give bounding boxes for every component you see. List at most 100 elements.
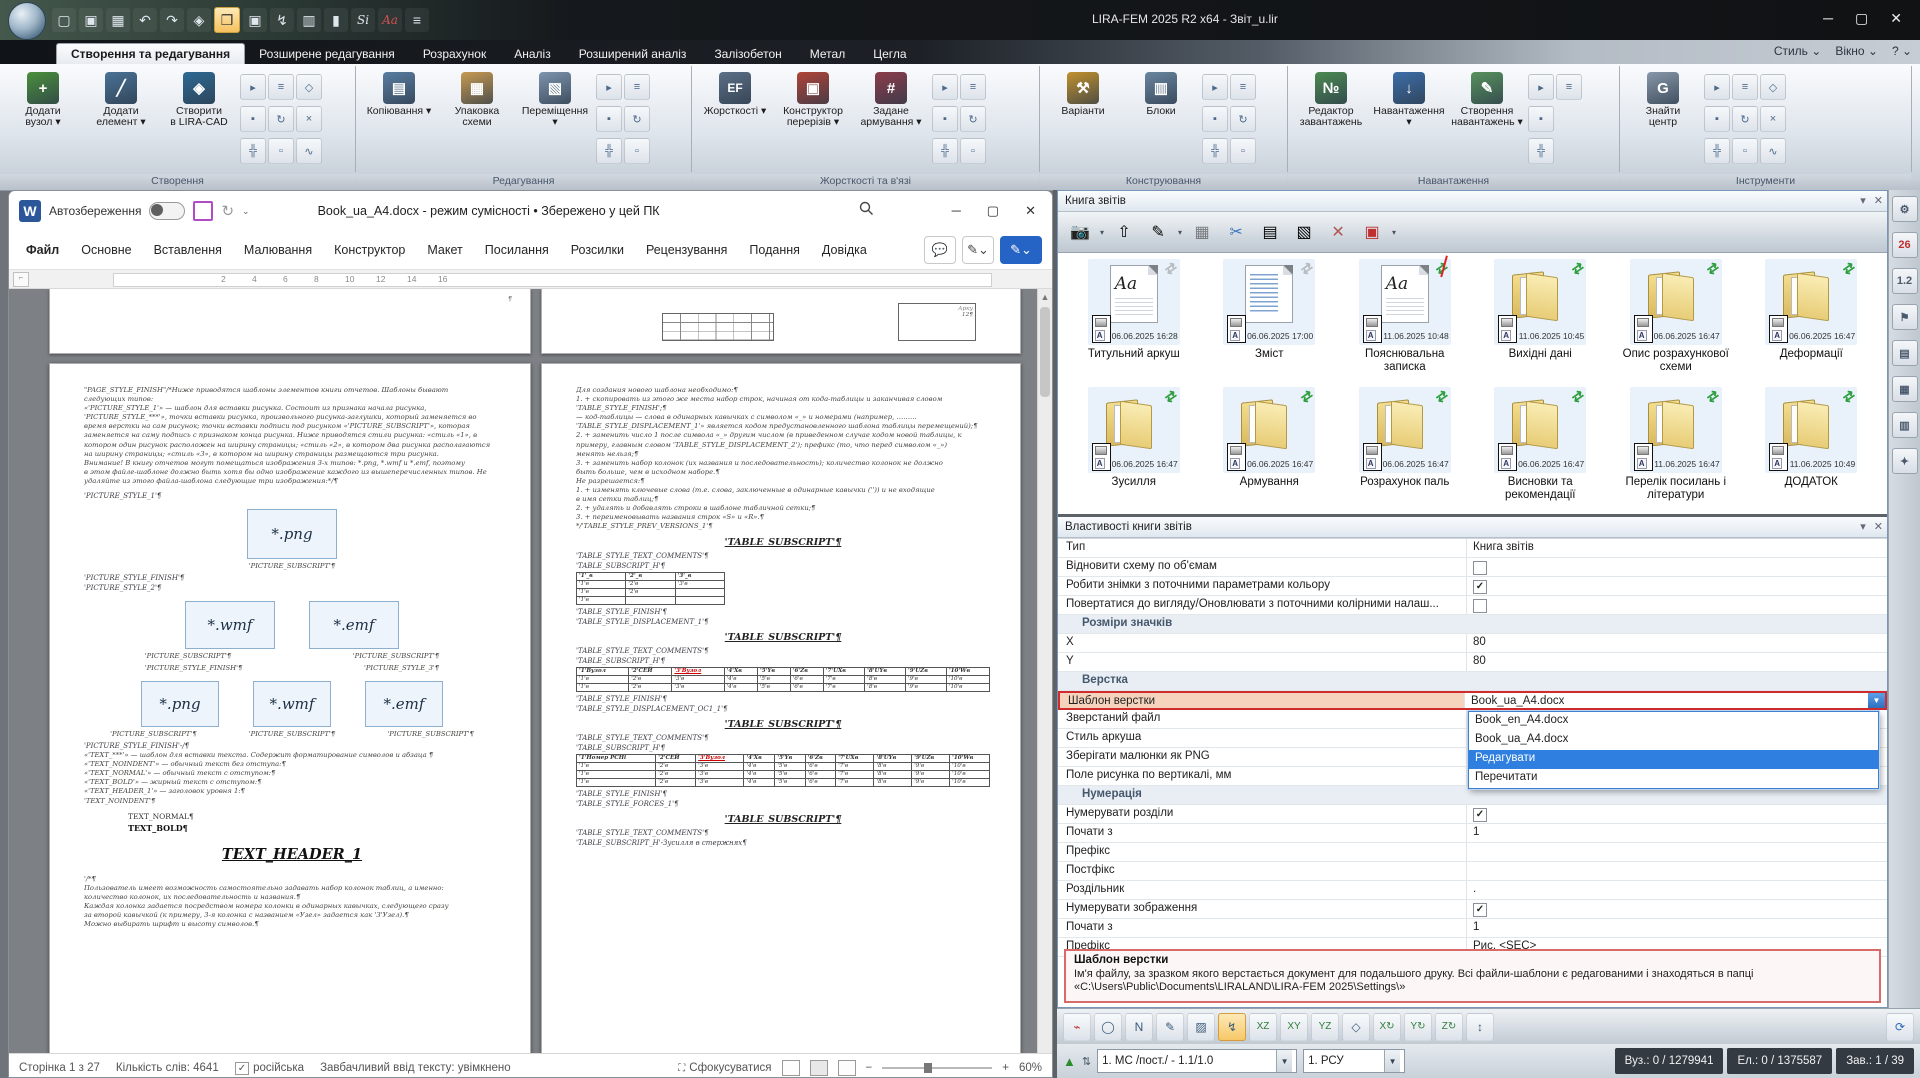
pin-icon[interactable]: ▾	[1860, 520, 1866, 533]
property-row-Роздільник[interactable]: Роздільник.	[1058, 881, 1887, 900]
small-tool-button[interactable]: ↻	[960, 106, 986, 132]
dropdown-item-Перечитати[interactable]: Перечитати	[1469, 769, 1878, 788]
rotate-z-button[interactable]: Z↻	[1435, 1013, 1463, 1041]
lira-logo-icon[interactable]	[8, 2, 46, 40]
cut-icon[interactable]: ✂	[1222, 218, 1250, 246]
plane-xoz-button[interactable]: XZ	[1249, 1013, 1277, 1041]
property-row-Нумерувати зображення[interactable]: Нумерувати зображення✓	[1058, 900, 1887, 919]
property-row-Тип[interactable]: ТипКнига звітів	[1058, 539, 1887, 558]
ruler-corner-icon[interactable]: ⌐	[13, 272, 29, 287]
home-view-button[interactable]: ⟳	[1886, 1013, 1914, 1041]
zoom-slider[interactable]	[882, 1067, 992, 1069]
small-tool-button[interactable]: ▫	[1230, 138, 1256, 164]
report-item-Вихідні дані[interactable]: ⇄A11.06.2025 10:45Вихідні дані	[1473, 259, 1609, 387]
minimize-button[interactable]: ─	[1823, 10, 1833, 27]
property-value[interactable]: ✓	[1466, 577, 1887, 595]
report-item-Армування[interactable]: ⇄A06.06.2025 16:47Армування	[1202, 387, 1338, 515]
load-editor-button[interactable]: №Редактор завантажень	[1294, 70, 1368, 128]
create-loads-button[interactable]: ✎Створення навантажень ▾	[1450, 70, 1524, 128]
open-icon[interactable]: ▣	[79, 8, 103, 32]
search-icon[interactable]	[859, 201, 874, 221]
small-tool-button[interactable]: ▫	[960, 138, 986, 164]
property-value[interactable]: ✓	[1466, 805, 1887, 823]
property-value[interactable]: Book_ua_A4.docx▼	[1464, 693, 1885, 708]
document-title[interactable]: Book_ua_A4.docx - режим сумісності • Збе…	[318, 204, 660, 218]
element-button[interactable]: ╱Додати елемент ▾	[84, 70, 158, 128]
given-reinforcement-button[interactable]: #Задане армування ▾	[854, 70, 928, 128]
small-tool-button[interactable]: ▪	[932, 106, 958, 132]
copy-scheme-button[interactable]: ▤Копіювання ▾	[362, 70, 436, 117]
dropdown-item-Редагувати[interactable]: Редагувати	[1469, 750, 1878, 769]
delete-icon[interactable]: ✕	[1324, 218, 1352, 246]
small-tool-button[interactable]: ◇	[1760, 74, 1786, 100]
small-tool-button[interactable]: ×	[296, 106, 322, 132]
north-arrow-button[interactable]: N	[1125, 1013, 1153, 1041]
pin-icon[interactable]: ▾	[1860, 194, 1866, 207]
dimension-button[interactable]: ↕	[1466, 1013, 1494, 1041]
plane-xoy-button[interactable]: XY	[1280, 1013, 1308, 1041]
report-item-Розрахунок паль[interactable]: ⇄A06.06.2025 16:47Розрахунок паль	[1337, 387, 1473, 515]
tab-Цегла[interactable]: Цегла	[859, 44, 920, 64]
dropdown-caret-icon[interactable]: ▾	[1100, 228, 1104, 237]
property-row-Y[interactable]: Y80	[1058, 653, 1887, 672]
word-menu-Посилання[interactable]: Посилання	[474, 237, 560, 263]
small-tool-button[interactable]: ▪	[240, 106, 266, 132]
report-item-Пояснювальна записка[interactable]: Aa⇄A11.06.2025 10:48Пояснювальна записка	[1337, 259, 1473, 387]
word-maximize-button[interactable]: ▢	[987, 203, 999, 219]
text-prediction[interactable]: Завбачливий ввід тексту: увімкнено	[320, 1062, 511, 1074]
color-scale-icon[interactable]: 26	[1892, 232, 1918, 258]
print-scheme-icon[interactable]: ▣	[1358, 218, 1386, 246]
text-format-icon[interactable]: Aa	[378, 8, 402, 32]
small-tool-button[interactable]: ∿	[296, 138, 322, 164]
property-value[interactable]: .	[1466, 881, 1887, 899]
axes-3d-button[interactable]: ⌁	[1063, 1013, 1091, 1041]
rsu-combo[interactable]: 1. РСУ▼	[1303, 1049, 1405, 1073]
rotate-x-button[interactable]: X↻	[1373, 1013, 1401, 1041]
isometry-button[interactable]: ◇	[1342, 1013, 1370, 1041]
maximize-button[interactable]: ▢	[1855, 10, 1868, 27]
pack-scheme-button[interactable]: ▦Упаковка схеми	[440, 70, 514, 128]
checkbox-checked[interactable]: ✓	[1473, 580, 1487, 594]
panel-close-icon[interactable]: ✕	[1874, 520, 1883, 533]
plane-yoz-button[interactable]: YZ	[1311, 1013, 1339, 1041]
help-menu[interactable]: ? ⌄	[1892, 44, 1912, 58]
section-builder-button[interactable]: ▣Конструктор перерізів ▾	[776, 70, 850, 128]
small-tool-button[interactable]: ▸	[1202, 74, 1228, 100]
pencil-button[interactable]: ✎	[1156, 1013, 1184, 1041]
page-indicator[interactable]: Сторінка 1 з 27	[19, 1062, 100, 1074]
small-tool-button[interactable]: ▸	[1528, 74, 1554, 100]
save-icon[interactable]	[193, 201, 213, 221]
print-layout-button[interactable]	[810, 1060, 828, 1076]
more-icon[interactable]: ≡	[405, 8, 429, 32]
menu-Вікно[interactable]: Вікно ⌄	[1835, 44, 1878, 58]
paste-icon[interactable]: ▧	[1290, 218, 1318, 246]
small-tool-button[interactable]: ≡	[960, 74, 986, 100]
property-value[interactable]: 1	[1466, 824, 1887, 842]
word-menu-Малювання[interactable]: Малювання	[233, 237, 323, 263]
flash-button[interactable]: ↯	[1218, 1013, 1246, 1041]
save-icon[interactable]: ▦	[1188, 218, 1216, 246]
dropdown-button[interactable]: ▼	[1868, 693, 1885, 708]
autosave-toggle[interactable]	[149, 202, 185, 220]
node-button[interactable]: +Додати вузол ▾	[6, 70, 80, 128]
tab-Метал[interactable]: Метал	[796, 44, 859, 64]
small-tool-button[interactable]: ╬	[1528, 138, 1554, 164]
small-tool-button[interactable]: ◇	[296, 74, 322, 100]
small-tool-button[interactable]: ▪	[1528, 106, 1554, 132]
numbering-icon[interactable]: 1.2	[1892, 268, 1918, 294]
property-value[interactable]: 80	[1466, 634, 1887, 652]
redo-icon[interactable]: ↷	[160, 8, 184, 32]
report-item-Зусилля[interactable]: ⇄A06.06.2025 16:47Зусилля	[1066, 387, 1202, 515]
tab-Розширене редагування[interactable]: Розширене редагування	[245, 44, 409, 64]
pen-button[interactable]: ✎⌄	[962, 236, 994, 264]
small-tool-button[interactable]: ↻	[1732, 106, 1758, 132]
word-menu-Рецензування[interactable]: Рецензування	[635, 237, 738, 263]
menu-Стиль[interactable]: Стиль ⌄	[1774, 44, 1822, 58]
report-item-Опис розрахункової схеми[interactable]: ⇄A06.06.2025 16:47Опис розрахункової схе…	[1608, 259, 1744, 387]
property-row-Шаблон верстки[interactable]: Шаблон версткиBook_ua_A4.docx▼	[1058, 691, 1887, 710]
report-item-ДОДАТОК[interactable]: ⇄A11.06.2025 10:49ДОДАТОК	[1744, 387, 1880, 515]
small-tool-button[interactable]: ╬	[1202, 138, 1228, 164]
lira-cad-button[interactable]: ◈Створити в LIRA-CAD	[162, 70, 236, 128]
dropdown-caret-icon[interactable]: ▾	[1178, 228, 1182, 237]
report-book-header[interactable]: Книга звітів ▾ ✕	[1058, 191, 1887, 212]
